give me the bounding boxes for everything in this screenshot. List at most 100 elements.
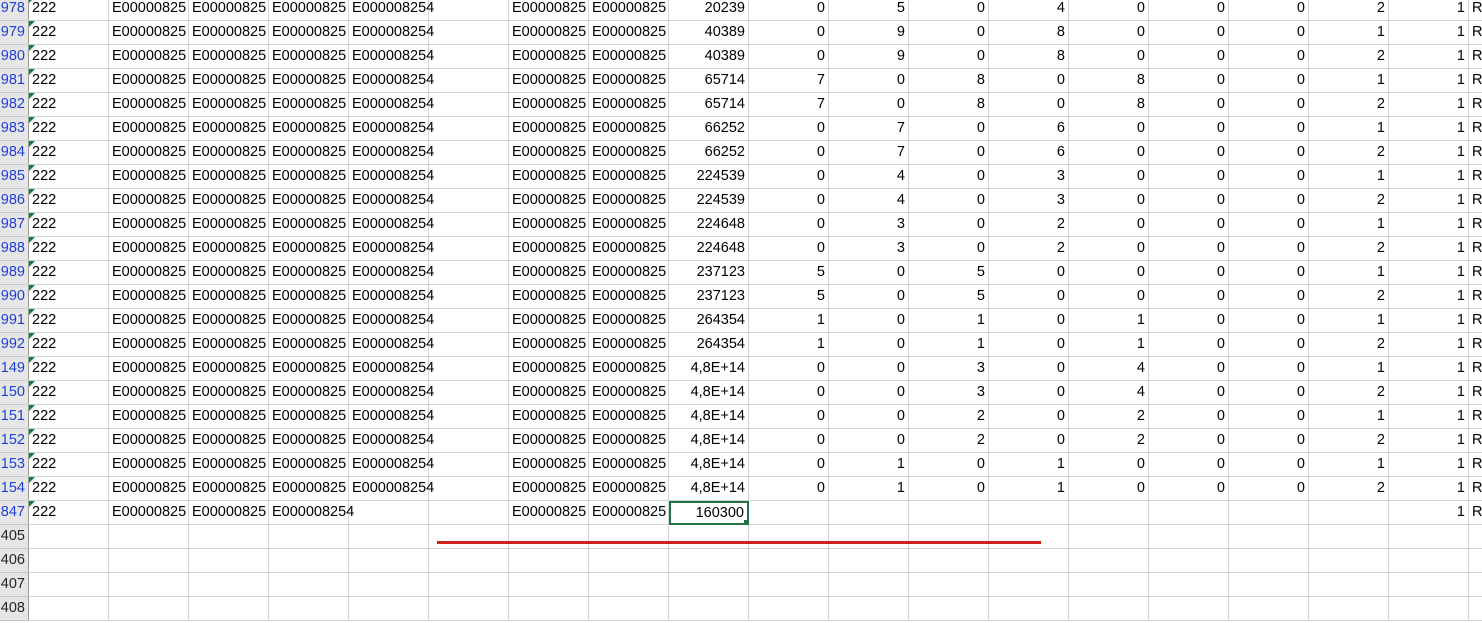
cell-value[interactable] (989, 597, 1069, 621)
cell-c[interactable] (189, 549, 269, 573)
cell-value[interactable] (829, 549, 909, 573)
spreadsheet-grid[interactable]: 978 222 E00000825 E00000825 E00000825 E000008… (0, 0, 1482, 623)
cell-value[interactable]: 0 (1149, 21, 1229, 45)
cell-f[interactable] (429, 45, 509, 69)
cell-value[interactable]: 0 (1229, 141, 1309, 165)
cell-f[interactable] (429, 21, 509, 45)
cell-a[interactable]: 222 (29, 285, 109, 309)
cell-value[interactable]: 0 (1149, 237, 1229, 261)
cell-g[interactable]: E00000825 (509, 285, 589, 309)
row-header[interactable]: 152 (0, 429, 29, 453)
cell-b[interactable]: E00000825 (109, 285, 189, 309)
cell-value[interactable]: 2 (1069, 429, 1149, 453)
cell-value[interactable] (1069, 573, 1149, 597)
cell-value[interactable] (749, 549, 829, 573)
cell-d[interactable] (269, 549, 349, 573)
cell-a[interactable]: 222 (29, 501, 109, 525)
cell-value[interactable]: 8 (909, 93, 989, 117)
cell-value[interactable]: 0 (829, 429, 909, 453)
cell-g[interactable]: E00000825 (509, 189, 589, 213)
cell-h[interactable]: E00000825 (589, 0, 669, 21)
cell-value[interactable]: 6 (989, 117, 1069, 141)
cell-value[interactable]: 0 (1229, 381, 1309, 405)
cell-value[interactable]: 0 (749, 237, 829, 261)
cell-i[interactable]: 224648 (669, 213, 749, 237)
cell-f[interactable] (429, 549, 509, 573)
cell-c[interactable]: E00000825 (189, 381, 269, 405)
cell-e[interactable]: E000008254 (349, 165, 434, 189)
cell-i[interactable]: 4,8E+14 (669, 429, 749, 453)
cell-value[interactable]: 0 (989, 333, 1069, 357)
cell-value[interactable]: 0 (749, 357, 829, 381)
cell-value[interactable]: 2 (1309, 285, 1389, 309)
cell-value[interactable]: 1 (1389, 0, 1469, 21)
cell-g[interactable]: E00000825 (509, 237, 589, 261)
cell-value[interactable] (829, 525, 909, 549)
cell-d[interactable] (269, 573, 349, 597)
cell-c[interactable]: E00000825 (189, 0, 269, 21)
cell-e[interactable] (349, 501, 429, 525)
cell-value[interactable]: 0 (1229, 477, 1309, 501)
cell-value[interactable]: 1 (1389, 189, 1469, 213)
cell-value[interactable] (1229, 597, 1309, 621)
cell-b[interactable]: E00000825 (109, 93, 189, 117)
cell-w[interactable]: R (1469, 453, 1482, 477)
row-header[interactable]: 985 (0, 165, 29, 189)
cell-value[interactable]: 0 (829, 309, 909, 333)
cell-w[interactable]: R (1469, 429, 1482, 453)
cell-value[interactable]: 1 (829, 477, 909, 501)
cell-value[interactable]: 0 (1229, 333, 1309, 357)
cell-value[interactable]: 1 (909, 333, 989, 357)
cell-value[interactable]: 1 (1389, 381, 1469, 405)
cell-e[interactable]: E000008254 (349, 21, 434, 45)
cell-h[interactable]: E00000825 (589, 333, 669, 357)
cell-value[interactable]: 0 (909, 165, 989, 189)
cell-g[interactable]: E00000825 (509, 333, 589, 357)
cell-d[interactable]: E00000825 (269, 309, 349, 333)
cell-value[interactable]: 0 (1149, 453, 1229, 477)
cell-h[interactable]: E00000825 (589, 237, 669, 261)
cell-value[interactable]: 1 (1389, 261, 1469, 285)
cell-f[interactable] (429, 261, 509, 285)
cell-f[interactable] (429, 117, 509, 141)
cell-w[interactable]: R (1469, 69, 1482, 93)
cell-e[interactable] (349, 549, 429, 573)
cell-d[interactable]: E00000825 (269, 237, 349, 261)
cell-value[interactable]: 0 (1149, 93, 1229, 117)
cell-h[interactable]: E00000825 (589, 261, 669, 285)
cell-value[interactable] (909, 597, 989, 621)
cell-f[interactable] (429, 525, 509, 549)
cell-value[interactable] (749, 597, 829, 621)
cell-h[interactable]: E00000825 (589, 429, 669, 453)
cell-b[interactable] (109, 573, 189, 597)
row-header[interactable]: 986 (0, 189, 29, 213)
cell-h[interactable]: E00000825 (589, 477, 669, 501)
cell-value[interactable]: 3 (989, 165, 1069, 189)
cell-value[interactable]: 0 (749, 381, 829, 405)
cell-value[interactable] (989, 549, 1069, 573)
cell-b[interactable]: E00000825 (109, 405, 189, 429)
cell-f[interactable] (429, 597, 509, 621)
cell-value[interactable] (829, 501, 909, 525)
cell-w[interactable] (1469, 597, 1482, 621)
row-header[interactable]: 407 (0, 573, 29, 597)
cell-value[interactable]: 0 (829, 405, 909, 429)
cell-value[interactable]: 2 (1309, 381, 1389, 405)
cell-value[interactable]: 1 (1069, 333, 1149, 357)
cell-value[interactable]: 0 (1229, 165, 1309, 189)
cell-i[interactable] (669, 525, 749, 549)
cell-i[interactable]: 224539 (669, 189, 749, 213)
cell-value[interactable]: 0 (989, 93, 1069, 117)
row-header[interactable]: 980 (0, 45, 29, 69)
cell-value[interactable]: 0 (1069, 165, 1149, 189)
cell-f[interactable] (429, 0, 509, 21)
cell-value[interactable]: 0 (1229, 21, 1309, 45)
cell-g[interactable]: E00000825 (509, 501, 589, 525)
cell-f[interactable] (429, 573, 509, 597)
cell-i[interactable]: 264354 (669, 309, 749, 333)
cell-w[interactable]: R (1469, 213, 1482, 237)
cell-value[interactable]: 8 (989, 45, 1069, 69)
row-header[interactable]: 989 (0, 261, 29, 285)
cell-value[interactable] (989, 525, 1069, 549)
cell-value[interactable]: 0 (1149, 141, 1229, 165)
